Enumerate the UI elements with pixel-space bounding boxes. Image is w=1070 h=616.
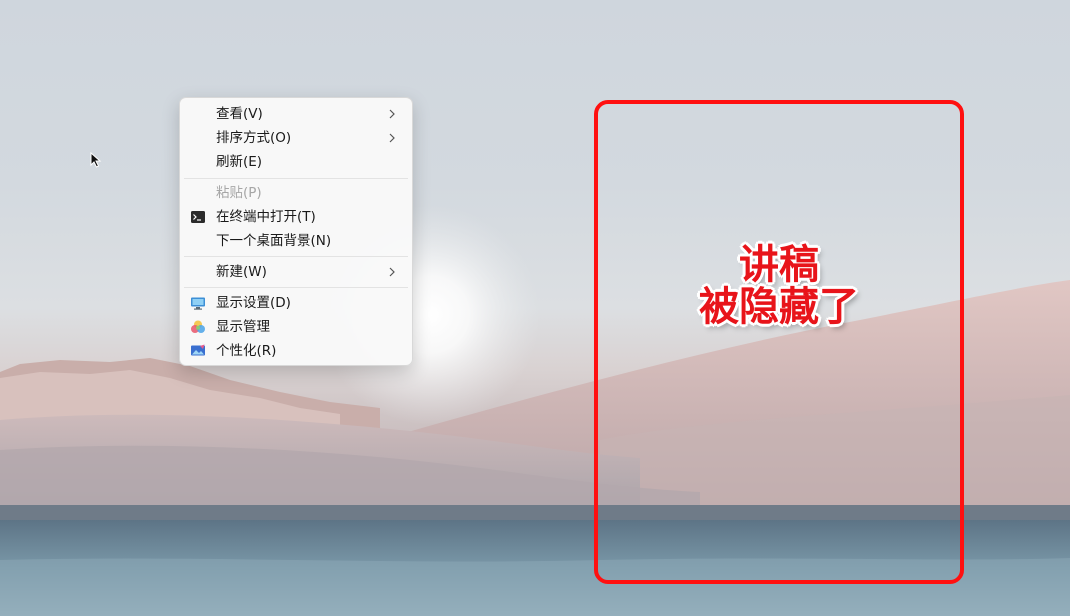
menu-item-display-manager[interactable]: 显示管理	[184, 315, 408, 339]
display-manager-icon	[191, 320, 205, 333]
menu-item-label: 在终端中打开(T)	[216, 209, 316, 225]
annotation-line-1: 讲稿	[739, 242, 819, 288]
menu-item-label: 下一个桌面背景(N)	[216, 233, 332, 249]
menu-item-label: 个性化(R)	[216, 343, 277, 359]
menu-item-display-settings[interactable]: 显示设置(D)	[184, 291, 408, 315]
annotation-caption: 讲稿 被隐藏了	[594, 244, 964, 328]
menu-separator	[184, 178, 408, 179]
menu-separator	[184, 256, 408, 257]
arrow-cursor-icon	[90, 152, 102, 168]
menu-item-label: 新建(W)	[216, 264, 267, 280]
desktop[interactable]: 查看(V) 排序方式(O) 刷新(E) 粘贴(P) 在终端中打开(T) 下一个桌…	[0, 0, 1070, 616]
menu-item-label: 排序方式(O)	[216, 130, 292, 146]
chevron-right-icon	[389, 267, 395, 277]
menu-item-paste: 粘贴(P)	[184, 181, 408, 205]
menu-item-personalize[interactable]: 个性化(R)	[184, 339, 408, 363]
menu-item-refresh[interactable]: 刷新(E)	[184, 150, 408, 174]
menu-item-view[interactable]: 查看(V)	[184, 102, 408, 126]
menu-item-label: 查看(V)	[216, 106, 263, 122]
menu-item-new[interactable]: 新建(W)	[184, 260, 408, 284]
annotation-highlight-box	[594, 100, 964, 584]
menu-item-open-in-terminal[interactable]: 在终端中打开(T)	[184, 205, 408, 229]
personalize-icon	[191, 344, 205, 356]
chevron-right-icon	[389, 109, 395, 119]
terminal-icon	[191, 211, 205, 223]
desktop-context-menu: 查看(V) 排序方式(O) 刷新(E) 粘贴(P) 在终端中打开(T) 下一个桌…	[179, 97, 413, 366]
menu-item-label: 刷新(E)	[216, 154, 263, 170]
menu-item-label: 粘贴(P)	[216, 185, 262, 201]
menu-item-sort-by[interactable]: 排序方式(O)	[184, 126, 408, 150]
annotation-line-2: 被隐藏了	[699, 284, 859, 330]
menu-item-label: 显示管理	[216, 319, 270, 335]
menu-item-next-background[interactable]: 下一个桌面背景(N)	[184, 229, 408, 253]
menu-separator	[184, 287, 408, 288]
display-settings-icon	[191, 297, 205, 310]
chevron-right-icon	[389, 133, 395, 143]
menu-item-label: 显示设置(D)	[216, 295, 291, 311]
